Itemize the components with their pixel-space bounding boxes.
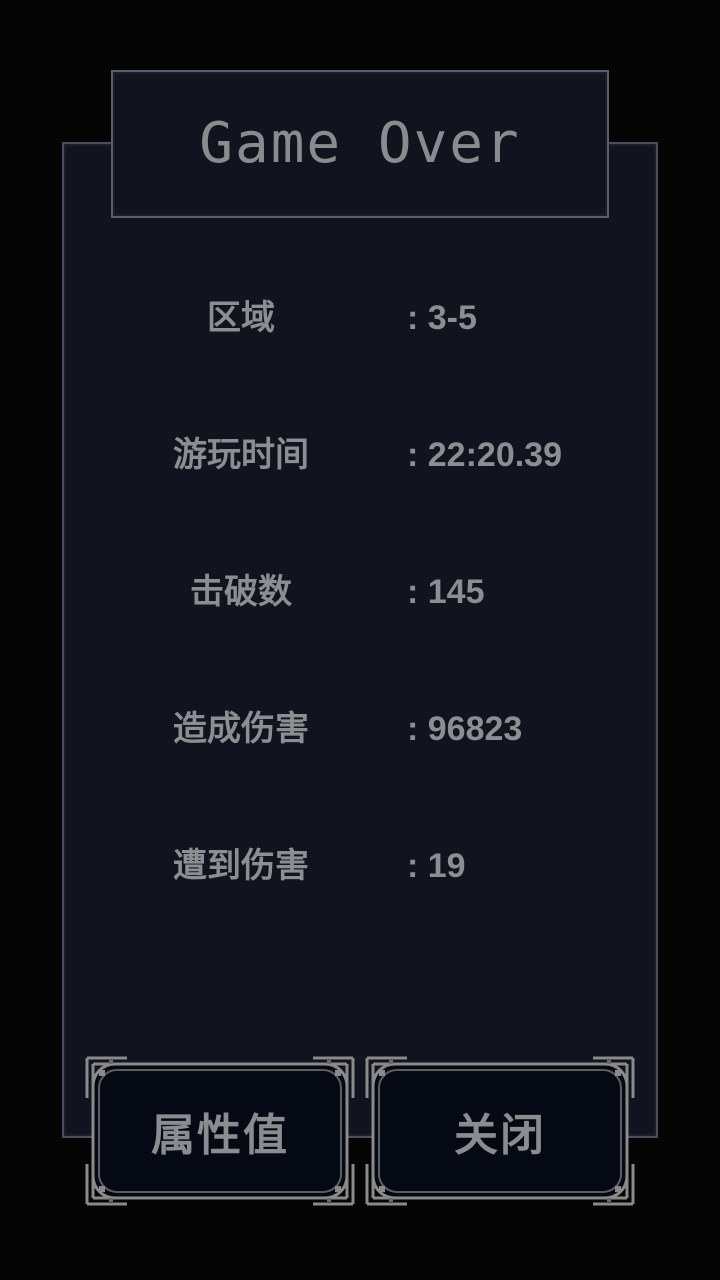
stat-label-damage-taken: 遭到伤害 xyxy=(173,846,309,886)
stat-label-kills: 击破数 xyxy=(190,572,292,612)
stat-label-area: 区域 xyxy=(207,298,275,338)
stat-value-area: : 3-5 xyxy=(407,299,477,337)
game-over-screen: Game Over 区域 : 3-5 游玩时间 : 22:20.39 击破数 :… xyxy=(0,0,720,1280)
stat-value-play-time: : 22:20.39 xyxy=(407,436,562,474)
stat-row-damage-dealt: 造成伤害 : 96823 xyxy=(62,699,658,759)
stat-label-damage-dealt: 造成伤害 xyxy=(173,709,309,749)
stat-row-kills: 击破数 : 145 xyxy=(62,562,658,622)
title-banner: Game Over xyxy=(111,70,609,218)
game-over-title: Game Over xyxy=(199,111,521,176)
stat-value-kills: : 145 xyxy=(407,573,485,611)
stat-label-play-time: 游玩时间 xyxy=(173,435,309,475)
stat-value-damage-taken: : 19 xyxy=(407,847,466,885)
attributes-button[interactable]: 属性值 xyxy=(85,1056,355,1206)
close-button-label: 关闭 xyxy=(454,1110,546,1161)
attributes-button-label: 属性值 xyxy=(151,1110,289,1161)
stat-row-damage-taken: 遭到伤害 : 19 xyxy=(62,836,658,896)
close-button[interactable]: 关闭 xyxy=(365,1056,635,1206)
stat-row-play-time: 游玩时间 : 22:20.39 xyxy=(62,425,658,485)
stat-row-area: 区域 : 3-5 xyxy=(62,288,658,348)
stat-value-damage-dealt: : 96823 xyxy=(407,710,523,748)
